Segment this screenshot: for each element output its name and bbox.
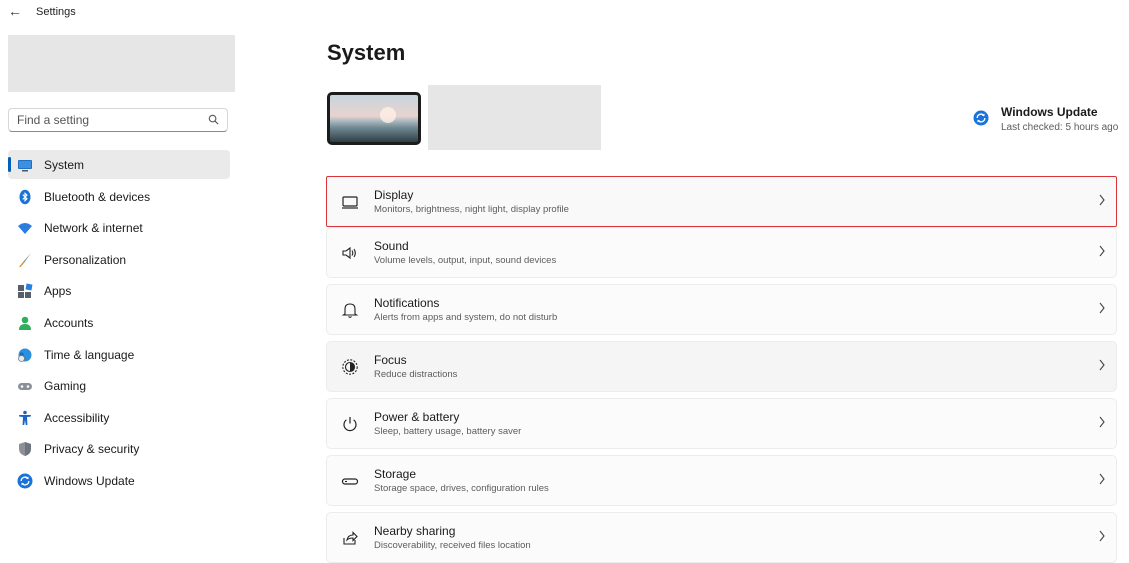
speaker-icon	[342, 246, 356, 260]
chevron-right-icon	[1099, 302, 1105, 314]
sidebar-item-accessibility[interactable]: Accessibility	[8, 403, 230, 432]
sidebar-item-system[interactable]: System	[8, 150, 230, 179]
title-bar: ← Settings	[0, 0, 1129, 24]
chevron-right-icon	[1099, 194, 1105, 206]
app-title: Settings	[36, 6, 76, 18]
card-display[interactable]: Display Monitors, brightness, night ligh…	[326, 176, 1117, 227]
card-title: Display	[374, 188, 414, 202]
windows-update-icon[interactable]	[973, 110, 989, 126]
card-title: Notifications	[374, 296, 440, 310]
card-focus[interactable]: Focus Reduce distractions	[326, 341, 1117, 392]
sidebar-item-label: Privacy & security	[44, 442, 140, 457]
bell-icon	[341, 303, 359, 318]
sidebar-item-label: Bluetooth & devices	[44, 189, 151, 204]
windows-update-status: Last checked: 5 hours ago	[1001, 122, 1119, 133]
search-box[interactable]	[8, 108, 228, 132]
device-name-placeholder[interactable]	[428, 85, 601, 150]
wifi-icon	[18, 223, 32, 235]
sidebar-item-label: Accounts	[44, 315, 94, 330]
display-icon	[342, 196, 358, 209]
active-indicator	[8, 157, 11, 172]
share-icon	[343, 531, 358, 545]
sidebar-item-bluetooth[interactable]: Bluetooth & devices	[8, 182, 230, 211]
card-nearby-sharing[interactable]: Nearby sharing Discoverability, received…	[326, 512, 1117, 563]
card-subtitle: Volume levels, output, input, sound devi…	[374, 255, 557, 266]
card-subtitle: Reduce distractions	[374, 369, 458, 380]
accessibility-icon	[19, 410, 31, 425]
sidebar-item-label: Time & language	[44, 347, 135, 362]
card-title: Sound	[374, 239, 409, 253]
search-icon[interactable]	[208, 114, 219, 125]
card-subtitle: Storage space, drives, configuration rul…	[374, 483, 549, 494]
apps-icon	[18, 283, 33, 299]
windows-update-icon	[17, 473, 33, 489]
sidebar-item-label: Gaming	[44, 379, 87, 394]
sidebar-item-apps[interactable]: Apps	[8, 276, 230, 305]
user-profile-placeholder[interactable]	[8, 35, 235, 92]
device-wallpaper-thumbnail[interactable]	[327, 92, 421, 145]
bluetooth-icon	[19, 189, 31, 204]
sidebar-item-label: Network & internet	[44, 221, 143, 236]
card-subtitle: Monitors, brightness, night light, displ…	[374, 204, 569, 215]
sidebar-item-time-language[interactable]: Time & language	[8, 340, 230, 369]
back-arrow-icon[interactable]: ←	[8, 3, 22, 19]
card-title: Focus	[374, 353, 407, 367]
card-power-battery[interactable]: Power & battery Sleep, battery usage, ba…	[326, 398, 1117, 449]
system-icon	[18, 160, 32, 172]
sidebar-item-label: Accessibility	[44, 410, 110, 425]
sidebar-item-label: System	[44, 158, 85, 172]
card-subtitle: Sleep, battery usage, battery saver	[374, 426, 522, 437]
sidebar-item-label: Personalization	[44, 252, 127, 267]
sidebar-item-accounts[interactable]: Accounts	[8, 308, 230, 337]
card-sound[interactable]: Sound Volume levels, output, input, soun…	[326, 227, 1117, 278]
chevron-right-icon	[1099, 245, 1105, 257]
sidebar-nav: System Bluetooth & devices Network & int…	[0, 150, 240, 498]
card-title: Storage	[374, 467, 417, 481]
sidebar-item-network[interactable]: Network & internet	[8, 213, 230, 242]
gamepad-icon	[18, 383, 32, 391]
sidebar-item-personalization[interactable]: Personalization	[8, 245, 230, 274]
focus-icon	[342, 359, 358, 375]
wallpaper-sun	[380, 107, 396, 123]
chevron-right-icon	[1099, 359, 1105, 371]
card-notifications[interactable]: Notifications Alerts from apps and syste…	[326, 284, 1117, 335]
card-storage[interactable]: Storage Storage space, drives, configura…	[326, 455, 1117, 506]
storage-icon	[341, 478, 359, 485]
sidebar-item-label: Windows Update	[44, 473, 135, 488]
brush-icon	[19, 252, 31, 267]
sidebar: System Bluetooth & devices Network & int…	[0, 24, 250, 563]
sidebar-item-label: Apps	[44, 284, 72, 299]
power-icon	[343, 417, 357, 432]
windows-update-link[interactable]: Windows Update	[1001, 105, 1098, 119]
card-title: Nearby sharing	[374, 524, 456, 538]
card-subtitle: Alerts from apps and system, do not dist…	[374, 312, 558, 323]
page-title: System	[327, 40, 406, 65]
accounts-icon	[19, 316, 31, 330]
search-input[interactable]	[15, 112, 199, 128]
sidebar-item-gaming[interactable]: Gaming	[8, 371, 230, 400]
chevron-right-icon	[1099, 530, 1105, 542]
card-title: Power & battery	[374, 410, 460, 424]
globe-clock-icon	[18, 348, 32, 362]
chevron-right-icon	[1099, 416, 1105, 428]
card-subtitle: Discoverability, received files location	[374, 540, 531, 551]
shield-icon	[19, 442, 31, 457]
sidebar-item-privacy[interactable]: Privacy & security	[8, 434, 230, 463]
sidebar-item-windows-update[interactable]: Windows Update	[8, 466, 230, 495]
chevron-right-icon	[1099, 473, 1105, 485]
